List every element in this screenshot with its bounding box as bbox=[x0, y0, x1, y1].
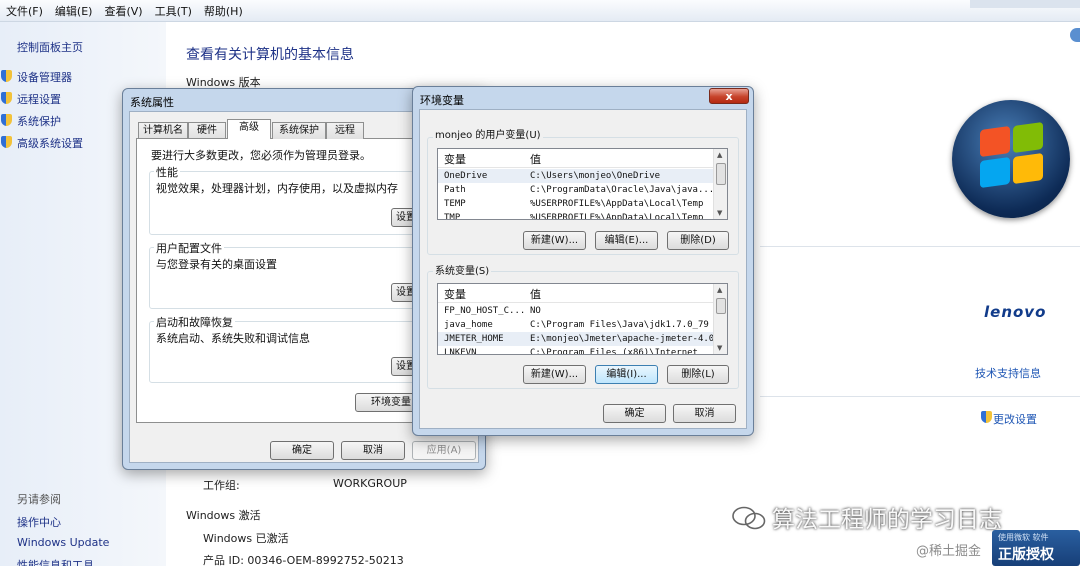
nav-device-manager[interactable]: 设备管理器 bbox=[17, 69, 72, 85]
table-row[interactable]: TMP %USERPROFILE%\AppData\Local\Temp bbox=[438, 211, 727, 219]
scroll-thumb[interactable] bbox=[716, 163, 726, 185]
nav-system-protection[interactable]: 系统保护 bbox=[17, 113, 61, 129]
admin-note: 要进行大多数更改，您必须作为管理员登录。 bbox=[151, 149, 371, 162]
menu-file[interactable]: 文件(F) bbox=[0, 3, 49, 19]
genuine-badge-main: 正版授权 bbox=[998, 547, 1054, 563]
system-new-button[interactable]: 新建(W)... bbox=[523, 365, 586, 384]
cancel-button[interactable]: 取消 bbox=[341, 441, 405, 460]
product-id: 产品 ID: 00346-OEM-8992752-50213 bbox=[203, 554, 404, 566]
list-header: 变量 值 bbox=[438, 284, 727, 303]
user-profile-desc: 与您登录有关的桌面设置 bbox=[156, 258, 277, 271]
tab-computer-name[interactable]: 计算机名 bbox=[138, 122, 188, 139]
column-header-variable[interactable]: 变量 bbox=[444, 286, 466, 302]
system-variables-label: 系统变量(S) bbox=[433, 262, 492, 277]
divider bbox=[760, 396, 1080, 397]
column-header-variable[interactable]: 变量 bbox=[444, 151, 466, 167]
scrollbar[interactable]: ▲ ▼ bbox=[713, 149, 727, 219]
page-title: 查看有关计算机的基本信息 bbox=[186, 47, 354, 63]
shield-icon bbox=[1, 70, 12, 82]
performance-label: 性能 bbox=[154, 164, 180, 180]
env-cancel-button[interactable]: 取消 bbox=[673, 404, 736, 423]
table-row[interactable]: TEMP %USERPROFILE%\AppData\Local\Temp bbox=[438, 197, 727, 211]
column-header-value[interactable]: 值 bbox=[530, 286, 541, 302]
watermark-text: 算法工程师的学习日志 bbox=[772, 507, 1002, 533]
table-row[interactable]: OneDrive C:\Users\monjeo\OneDrive bbox=[438, 169, 727, 183]
table-row[interactable]: java_home C:\Program Files\Java\jdk1.7.0… bbox=[438, 318, 727, 332]
nav-remote-settings[interactable]: 远程设置 bbox=[17, 91, 61, 107]
menu-edit[interactable]: 编辑(E) bbox=[49, 3, 99, 19]
tab-system-protection[interactable]: 系统保护 bbox=[272, 122, 326, 139]
table-row[interactable]: JMETER_HOME E:\monjeo\Jmeter\apache-jmet… bbox=[438, 332, 727, 346]
table-row[interactable]: FP_NO_HOST_C... NO bbox=[438, 304, 727, 318]
activation-heading: Windows 激活 bbox=[186, 509, 261, 522]
help-icon[interactable] bbox=[1070, 28, 1080, 42]
change-settings-link[interactable]: 更改设置 bbox=[993, 411, 1037, 427]
user-variables-label: monjeo 的用户变量(U) bbox=[433, 126, 543, 141]
system-variables-list[interactable]: 变量 值 FP_NO_HOST_C... NO java_home C:\Pro… bbox=[437, 283, 728, 355]
activation-status: Windows 已激活 bbox=[203, 532, 289, 545]
tab-advanced[interactable]: 高级 bbox=[227, 119, 271, 139]
menu-bar-right bbox=[970, 0, 1080, 8]
menu-bar: 文件(F) 编辑(E) 查看(V) 工具(T) 帮助(H) bbox=[0, 0, 1080, 22]
user-variables-list[interactable]: 变量 值 OneDrive C:\Users\monjeo\OneDrive P… bbox=[437, 148, 728, 220]
nav-action-center[interactable]: 操作中心 bbox=[17, 514, 61, 530]
user-delete-button[interactable]: 删除(D) bbox=[667, 231, 729, 250]
oem-logo: lenovo bbox=[984, 303, 1047, 321]
wechat-icon bbox=[732, 506, 766, 530]
scroll-thumb[interactable] bbox=[716, 298, 726, 314]
user-edit-button[interactable]: 编辑(E)... bbox=[595, 231, 658, 250]
apply-button[interactable]: 应用(A) bbox=[412, 441, 476, 460]
workgroup-label: 工作组: bbox=[203, 479, 240, 492]
env-ok-button[interactable]: 确定 bbox=[603, 404, 666, 423]
user-new-button[interactable]: 新建(W)... bbox=[523, 231, 586, 250]
close-icon[interactable]: x bbox=[709, 88, 749, 104]
shield-icon bbox=[1, 136, 12, 148]
performance-desc: 视觉效果，处理器计划，内存使用，以及虚拟内存 bbox=[156, 182, 398, 195]
environment-variables-window: 环境变量 x monjeo 的用户变量(U) 变量 值 OneDrive C:\… bbox=[412, 86, 754, 436]
column-header-value[interactable]: 值 bbox=[530, 151, 541, 167]
list-header: 变量 值 bbox=[438, 149, 727, 168]
menu-view[interactable]: 查看(V) bbox=[98, 3, 148, 19]
table-row[interactable]: LNKEVN C:\Program Files (x86)\Internet bbox=[438, 346, 727, 354]
tab-hardware[interactable]: 硬件 bbox=[188, 122, 226, 139]
scroll-down-icon[interactable]: ▼ bbox=[717, 344, 722, 352]
support-info-link[interactable]: 技术支持信息 bbox=[975, 365, 1041, 381]
ok-button[interactable]: 确定 bbox=[270, 441, 334, 460]
shield-icon bbox=[981, 411, 992, 423]
startup-recovery-desc: 系统启动、系统失败和调试信息 bbox=[156, 332, 310, 345]
menu-help[interactable]: 帮助(H) bbox=[198, 3, 249, 19]
window-title: 环境变量 bbox=[420, 94, 464, 107]
system-delete-button[interactable]: 删除(L) bbox=[667, 365, 729, 384]
nav-control-panel-home[interactable]: 控制面板主页 bbox=[17, 39, 83, 55]
window-title: 系统属性 bbox=[130, 96, 174, 109]
menu-tools[interactable]: 工具(T) bbox=[149, 3, 198, 19]
windows-logo-icon bbox=[952, 100, 1070, 218]
startup-recovery-label: 启动和故障恢复 bbox=[154, 314, 235, 330]
watermark-site: @稀土掘金 bbox=[916, 544, 982, 559]
nav-windows-update[interactable]: Windows Update bbox=[17, 536, 109, 549]
nav-performance-info[interactable]: 性能信息和工具 bbox=[17, 557, 94, 566]
user-profile-label: 用户配置文件 bbox=[154, 240, 224, 256]
scrollbar[interactable]: ▲ ▼ bbox=[713, 284, 727, 354]
shield-icon bbox=[1, 92, 12, 104]
see-also-heading: 另请参阅 bbox=[17, 493, 61, 506]
workgroup-value: WORKGROUP bbox=[333, 477, 407, 490]
shield-icon bbox=[1, 114, 12, 126]
divider bbox=[760, 246, 1080, 247]
scroll-down-icon[interactable]: ▼ bbox=[717, 209, 722, 217]
scroll-up-icon[interactable]: ▲ bbox=[717, 286, 722, 294]
scroll-up-icon[interactable]: ▲ bbox=[717, 151, 722, 159]
nav-advanced-system-settings[interactable]: 高级系统设置 bbox=[17, 135, 83, 151]
tab-remote[interactable]: 远程 bbox=[326, 122, 364, 139]
genuine-badge-top: 使用微软 软件 bbox=[998, 533, 1049, 542]
table-row[interactable]: Path C:\ProgramData\Oracle\Java\java... bbox=[438, 183, 727, 197]
system-edit-button[interactable]: 编辑(I)... bbox=[595, 365, 658, 384]
